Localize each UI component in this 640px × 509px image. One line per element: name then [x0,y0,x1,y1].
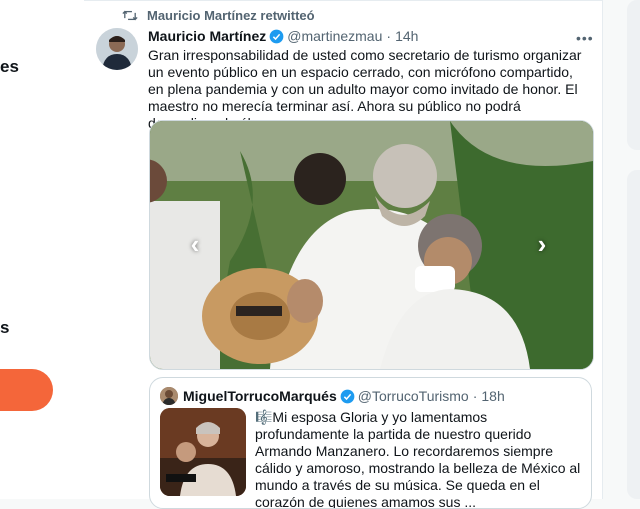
quoted-tweet-header: MiguelTorrucoMarqués @TorrucoTurismo · 1… [160,387,505,405]
verified-badge-icon [269,29,284,43]
tweet-button[interactable] [0,369,53,411]
tweet-media-photo[interactable] [149,120,594,370]
nav-item-label[interactable]: s [0,318,9,338]
left-navigation: es s [0,0,85,499]
author-handle[interactable]: @martinezmau [287,28,382,44]
separator-dot: · [386,28,392,44]
quoted-media-thumbnail[interactable] [160,408,246,496]
separator-dot: · [472,388,478,404]
divider [84,0,602,1]
quoted-timestamp[interactable]: 18h [481,388,504,404]
timeline-feed: Mauricio Martínez retwitteó Mauricio Mar… [84,0,603,509]
embrace-photo [150,121,593,369]
retweet-context[interactable]: Mauricio Martínez retwitteó [122,8,315,23]
quoted-tweet-text: 🎼Mi esposa Gloria y yo lamentamos profun… [255,409,581,509]
author-name[interactable]: Mauricio Martínez [148,28,266,44]
retweet-icon [122,10,138,21]
quoted-photo [160,408,246,496]
retweet-label: Mauricio Martínez retwitteó [147,8,315,23]
quoted-tweet[interactable]: MiguelTorrucoMarqués @TorrucoTurismo · 1… [149,377,592,509]
quoted-avatar[interactable] [160,387,178,405]
quoted-author-name[interactable]: MiguelTorrucoMarqués [183,388,337,404]
verified-badge-icon [340,389,355,403]
carousel-prev-icon[interactable]: ‹ [183,230,207,258]
right-sidebar [603,0,640,499]
tweet-timestamp[interactable]: 14h [395,28,418,44]
tweet-header: Mauricio Martínez @martinezmau · 14h [148,28,418,44]
carousel-next-icon[interactable]: › [530,230,554,258]
profile-photo [96,28,138,70]
quoted-author-handle[interactable]: @TorrucoTurismo [358,388,469,404]
quoted-profile-photo [160,387,178,405]
more-options-icon[interactable]: ••• [576,30,594,46]
avatar[interactable] [96,28,138,70]
nav-item-label[interactable]: es [0,57,19,77]
sidebar-card [627,170,640,499]
sidebar-card [627,0,640,150]
